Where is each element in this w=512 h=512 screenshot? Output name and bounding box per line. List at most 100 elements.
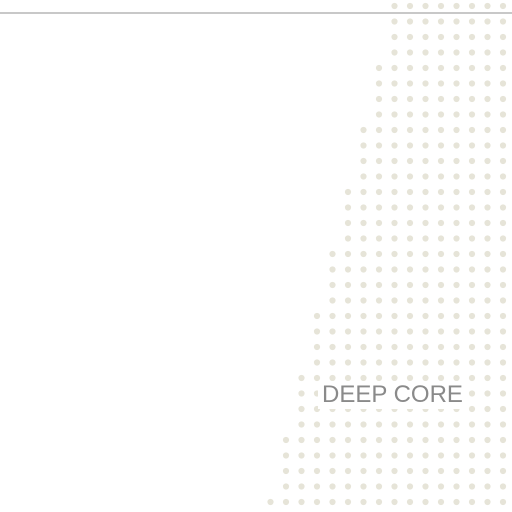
- pattern-dot: [313, 467, 321, 475]
- pattern-dot: [391, 235, 398, 242]
- pattern-dot: [313, 343, 321, 351]
- pattern-dot: [453, 467, 460, 475]
- pattern-dot: [360, 328, 367, 335]
- pattern-dot: [360, 452, 367, 459]
- pattern-dot: [484, 374, 491, 382]
- pattern-dot: [453, 312, 460, 320]
- pattern-dot: [453, 235, 460, 242]
- deep-core-label: DEEP CORE: [318, 381, 467, 409]
- page: DEEP CORE: [0, 0, 512, 512]
- pattern-dot: [453, 328, 460, 335]
- pattern-dot: [422, 436, 429, 444]
- pattern-dot: [484, 126, 491, 134]
- pattern-dot: [313, 359, 321, 366]
- pattern-dot: [406, 421, 414, 428]
- pattern-dot: [499, 126, 507, 134]
- pattern-dot: [468, 467, 476, 475]
- pattern-dot: [406, 33, 414, 41]
- pattern-dot: [453, 111, 460, 118]
- pattern-dot: [499, 467, 507, 475]
- pattern-dot: [375, 297, 383, 304]
- pattern-dot: [422, 49, 429, 56]
- pattern-dot: [391, 219, 398, 227]
- pattern-dot: [391, 498, 398, 506]
- pattern-dot: [499, 142, 507, 149]
- pattern-dot: [437, 80, 445, 87]
- pattern-dot: [391, 188, 398, 196]
- pattern-dot: [484, 95, 491, 103]
- pattern-dot: [484, 188, 491, 196]
- pattern-dot: [282, 452, 290, 459]
- pattern-dot: [484, 281, 491, 289]
- pattern-dot: [453, 266, 460, 273]
- pattern-dot: [282, 436, 290, 444]
- pattern-dot: [484, 80, 491, 87]
- pattern-dot: [375, 157, 383, 165]
- pattern-dot: [344, 250, 352, 258]
- pattern-dot: [391, 343, 398, 351]
- pattern-dot: [329, 328, 336, 335]
- pattern-dot: [344, 219, 352, 227]
- pattern-dot: [484, 452, 491, 459]
- pattern-dot: [391, 18, 398, 25]
- pattern-dot: [484, 359, 491, 366]
- pattern-dot: [360, 421, 367, 428]
- pattern-dot: [468, 95, 476, 103]
- pattern-dot: [329, 359, 336, 366]
- pattern-dot: [360, 359, 367, 366]
- pattern-dot: [437, 483, 445, 490]
- pattern-dot: [422, 297, 429, 304]
- pattern-dot: [468, 204, 476, 211]
- pattern-dot: [375, 498, 383, 506]
- pattern-dot: [360, 173, 367, 180]
- pattern-dot: [468, 421, 476, 428]
- pattern-dot: [360, 219, 367, 227]
- pattern-dot: [422, 18, 429, 25]
- pattern-dot: [499, 498, 507, 506]
- pattern-dot: [391, 33, 398, 41]
- pattern-dot: [391, 436, 398, 444]
- pattern-dot: [406, 483, 414, 490]
- pattern-dot: [406, 266, 414, 273]
- pattern-dot: [375, 219, 383, 227]
- pattern-dot: [329, 452, 336, 459]
- pattern-dot: [360, 483, 367, 490]
- pattern-dot: [298, 498, 305, 506]
- pattern-dot: [329, 281, 336, 289]
- pattern-dot: [329, 312, 336, 320]
- pattern-dot: [422, 188, 429, 196]
- pattern-dot: [468, 405, 476, 413]
- pattern-dot: [468, 374, 476, 382]
- pattern-dot: [422, 359, 429, 366]
- pattern-dot: [468, 483, 476, 490]
- pattern-dot: [468, 235, 476, 242]
- pattern-dot: [453, 359, 460, 366]
- pattern-dot: [484, 390, 491, 397]
- pattern-dot: [499, 297, 507, 304]
- pattern-dot: [468, 297, 476, 304]
- pattern-dot: [499, 405, 507, 413]
- pattern-dot: [437, 452, 445, 459]
- pattern-dot: [468, 281, 476, 289]
- pattern-dot: [360, 297, 367, 304]
- pattern-dot: [484, 204, 491, 211]
- pattern-dot: [453, 33, 460, 41]
- pattern-dot: [437, 328, 445, 335]
- pattern-dot: [437, 204, 445, 211]
- pattern-dot: [422, 2, 429, 10]
- pattern-dot: [329, 266, 336, 273]
- pattern-dot: [329, 343, 336, 351]
- pattern-dot: [406, 250, 414, 258]
- pattern-dot: [453, 95, 460, 103]
- pattern-dot: [406, 157, 414, 165]
- pattern-dot: [484, 49, 491, 56]
- pattern-dot: [329, 467, 336, 475]
- pattern-dot: [437, 2, 445, 10]
- pattern-dot: [422, 204, 429, 211]
- pattern-dot: [360, 436, 367, 444]
- pattern-dot: [484, 142, 491, 149]
- pattern-dot: [484, 173, 491, 180]
- pattern-dot: [313, 421, 321, 428]
- pattern-dot: [360, 142, 367, 149]
- pattern-dot: [344, 467, 352, 475]
